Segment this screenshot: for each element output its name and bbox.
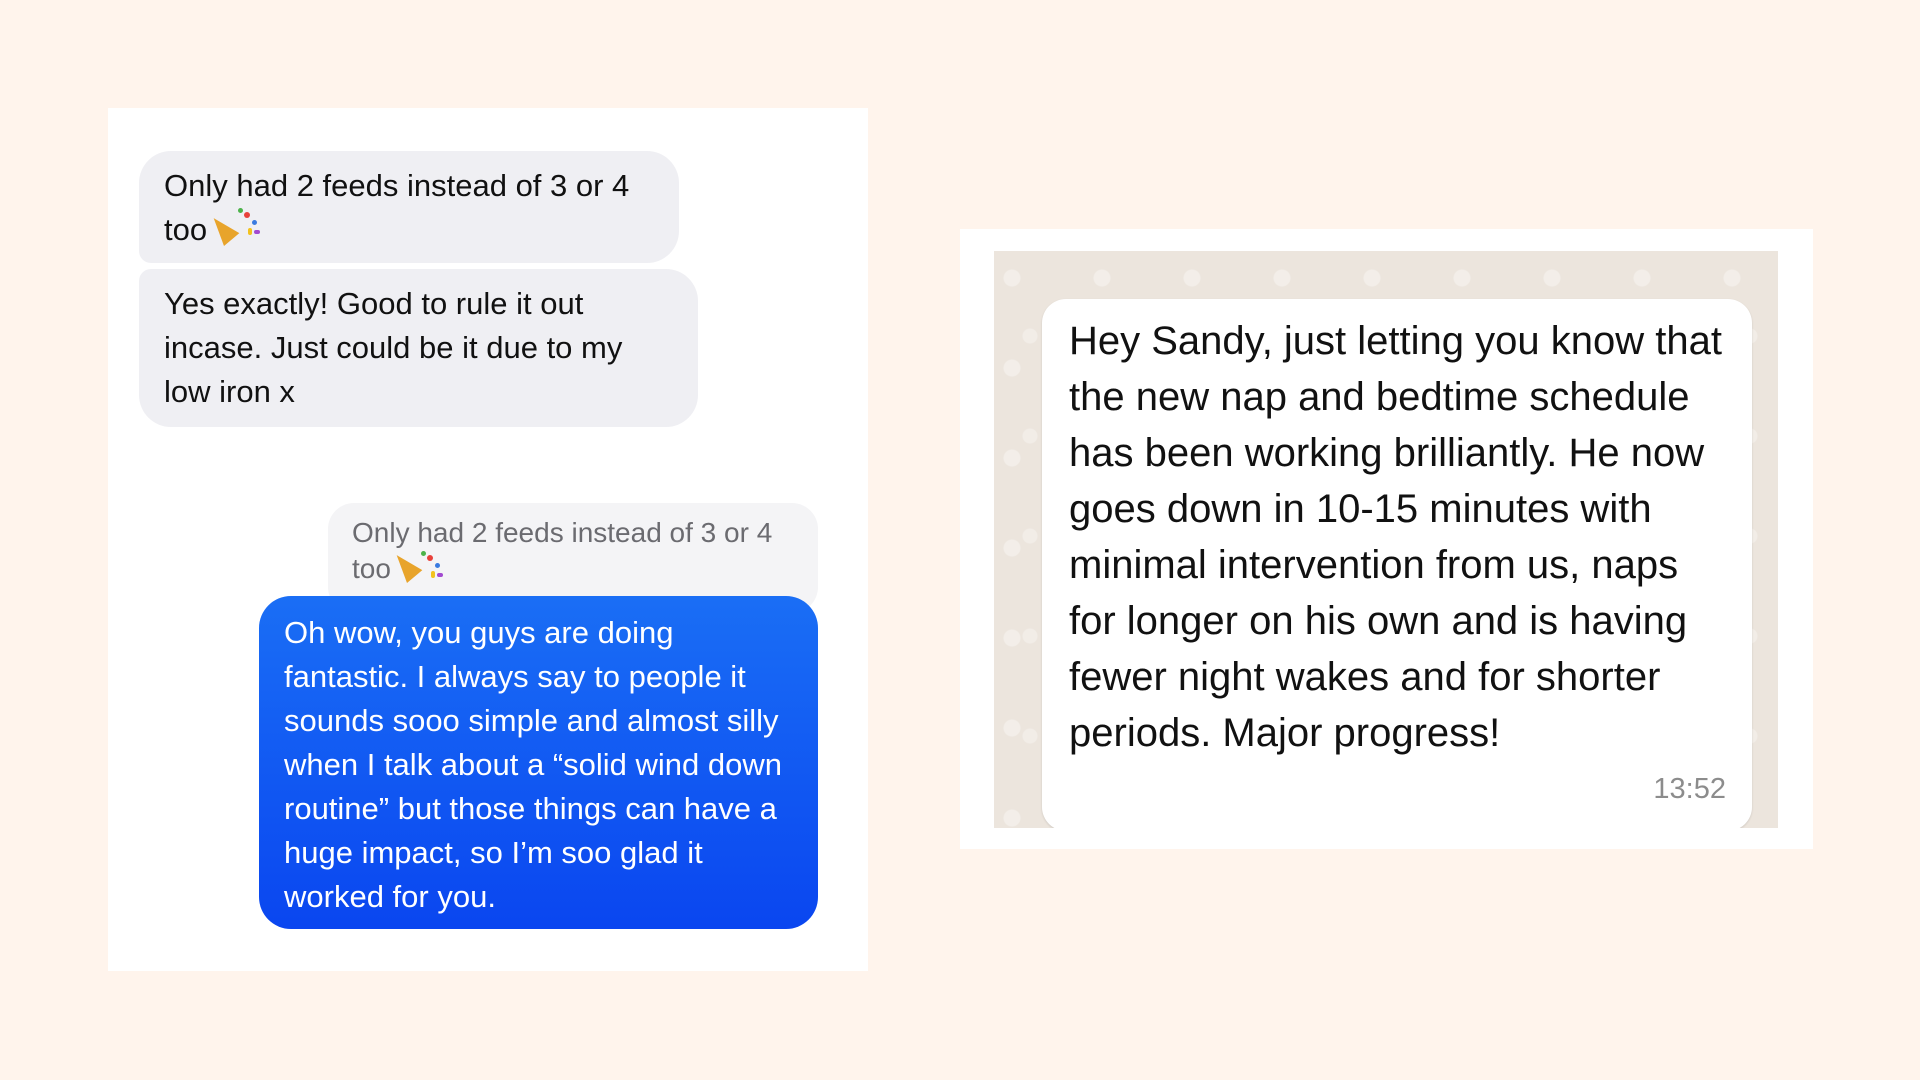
party-popper-icon (205, 208, 262, 248)
incoming-message-2[interactable]: Yes exactly! Good to rule it out incase.… (139, 269, 698, 427)
incoming-message-2-text: Yes exactly! Good to rule it out incase.… (164, 286, 623, 409)
chat-wallpaper: Hey Sandy, just letting you know that th… (994, 251, 1778, 828)
message-timestamp: 13:52 (1653, 773, 1726, 805)
incoming-message[interactable]: Hey Sandy, just letting you know that th… (1042, 299, 1752, 828)
outgoing-message[interactable]: Oh wow, you guys are doing fantastic. I … (259, 596, 818, 929)
party-popper-icon (388, 548, 443, 585)
dm-conversation-screenshot: Only had 2 feeds instead of 3 or 4 too Y… (108, 108, 868, 971)
incoming-message-1[interactable]: Only had 2 feeds instead of 3 or 4 too (139, 151, 679, 263)
incoming-message-text: Hey Sandy, just letting you know that th… (1069, 319, 1722, 755)
whatsapp-message-screenshot: Hey Sandy, just letting you know that th… (960, 229, 1813, 849)
outgoing-message-text: Oh wow, you guys are doing fantastic. I … (284, 615, 783, 914)
